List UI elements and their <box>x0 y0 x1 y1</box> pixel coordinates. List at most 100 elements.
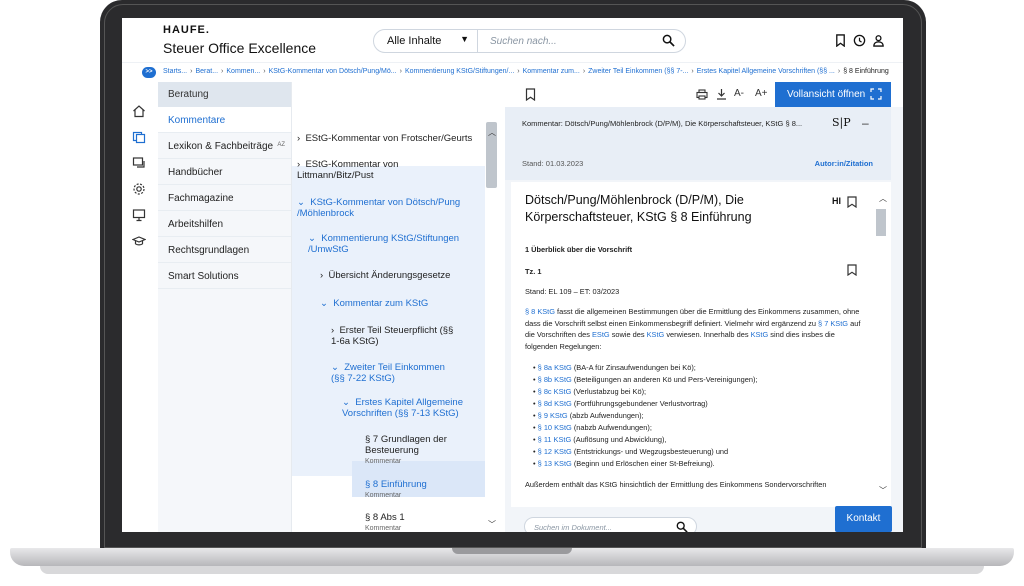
law-link[interactable]: § 11 KStG <box>538 435 572 444</box>
list-item-text: (Auflösung und Abwicklung), <box>571 435 667 444</box>
hl-icon[interactable]: HI <box>832 196 841 206</box>
search-icon[interactable] <box>676 521 688 532</box>
contact-button[interactable]: Kontakt <box>835 506 892 532</box>
list-item: • § 9 KStG (abzb Aufwendungen); <box>533 411 644 420</box>
tree-leaf-active[interactable]: § 8 Einführung Kommentar <box>365 479 475 501</box>
nav-item-fachmagazine[interactable]: Fachmagazine <box>158 185 291 211</box>
book-icon[interactable] <box>132 130 146 144</box>
nav-item-kommentare[interactable]: Kommentare <box>158 107 291 133</box>
breadcrumb-item[interactable]: Kommentar zum... <box>523 68 580 75</box>
breadcrumb-separator: › <box>190 68 193 75</box>
law-link[interactable]: § 13 KStG <box>538 459 572 468</box>
law-link[interactable]: § 8a KStG <box>538 363 572 372</box>
chat-icon[interactable] <box>132 156 146 170</box>
user-icon[interactable] <box>872 34 885 47</box>
list-item-text: (Beginn und Erlöschen einer St-Befreiung… <box>571 459 715 468</box>
meta-source: Kommentar: Dötsch/Pung/Möhlenbrock (D/P/… <box>522 119 803 128</box>
author-citation-link[interactable]: Autor:in/Zitation <box>815 159 873 168</box>
law-link[interactable]: § 8b KStG <box>538 375 572 384</box>
chevron-up-icon[interactable]: ︿ <box>879 193 887 204</box>
presentation-icon[interactable] <box>132 208 146 222</box>
breadcrumb-item[interactable]: Berat... <box>195 68 218 75</box>
paragraph-1: § 8 KStG fasst die allgemeinen Bestimmun… <box>525 306 865 352</box>
font-decrease-icon[interactable]: A- <box>734 88 744 99</box>
law-link[interactable]: § 10 KStG <box>538 423 572 432</box>
chevron-down-icon[interactable]: ﹀ <box>879 485 887 496</box>
breadcrumb-current: § 8 Einführung <box>843 68 889 75</box>
history-icon[interactable] <box>853 34 866 47</box>
tree-node[interactable]: › EStG-Kommentar von Frotscher/Geurts <box>297 133 482 144</box>
law-link[interactable]: § 12 KStG <box>538 447 572 456</box>
list-item-text: (nabzb Aufwendungen); <box>571 423 652 432</box>
tree-node-label: § 8 Einführung <box>365 479 427 490</box>
breadcrumb-item[interactable]: KStG-Kommentar von Dötsch/Pung/Mö... <box>269 68 397 75</box>
paragraph-2: Außerdem enthält das KStG hinsichtlich d… <box>525 480 827 489</box>
nav-item-label: Fachmagazine <box>168 193 234 204</box>
tree-leaf[interactable]: § 7 Grundlagen der Besteuerung Kommentar <box>365 434 475 467</box>
law-link[interactable]: § 9 KStG <box>538 411 568 420</box>
bookmark-icon[interactable] <box>834 34 847 47</box>
nav-item-rechtsgrundlagen[interactable]: Rechtsgrundlagen <box>158 237 291 263</box>
tree-node-label: KStG-Kommentar von Dötsch/Pung /Möhlenbr… <box>297 197 461 219</box>
law-link[interactable]: § 8 KStG <box>525 307 555 316</box>
meta-stand: Stand: 01.03.2023 <box>522 159 584 168</box>
law-link[interactable]: KStG <box>647 330 665 339</box>
document-pane: A- A+ Vollansicht öffnen Kommentar: Döts… <box>505 82 903 532</box>
tree-node[interactable]: › EStG-Kommentar von Littmann/Bitz/Pust <box>297 159 417 181</box>
collapse-icon[interactable]: – <box>862 116 869 130</box>
app-screen: HAUFE. Steuer Office Excellence Alle Inh… <box>122 18 903 532</box>
breadcrumb-item[interactable]: Zweiter Teil Einkommen (§§ 7-... <box>588 68 688 75</box>
breadcrumb-item[interactable]: Kommentierung KStG/Stiftungen/... <box>405 68 514 75</box>
tree-node[interactable]: ⌄ Kommentierung KStG/Stiftungen /UmwStG <box>308 233 478 255</box>
graduation-cap-icon[interactable] <box>132 234 146 248</box>
breadcrumb-separator: › <box>517 68 520 75</box>
list-item: • § 8d KStG (Fortführungsgebundener Verl… <box>533 399 708 408</box>
scope-select[interactable]: Alle Inhalte ▼ <box>373 29 478 53</box>
tree-node[interactable]: ⌄ Zweiter Teil Einkommen (§§ 7-22 KStG) <box>331 362 461 384</box>
top-bar: HAUFE. Steuer Office Excellence Alle Inh… <box>122 18 903 62</box>
nav-item-handbuecher[interactable]: Handbücher <box>158 159 291 185</box>
publisher-logo: S|P <box>832 116 851 129</box>
tree-node[interactable]: ⌄ KStG-Kommentar von Dötsch/Pung /Möhlen… <box>297 197 472 219</box>
bookmark-icon[interactable] <box>525 88 536 101</box>
tree-node[interactable]: ⌄ Kommentar zum KStG <box>320 298 480 309</box>
fullscreen-button[interactable]: Vollansicht öffnen <box>775 82 891 107</box>
list-item-text: (Beteiligungen an anderen Kö und Pers-Ve… <box>571 375 758 384</box>
tree-node[interactable]: › Übersicht Änderungsgesetze <box>320 270 480 281</box>
tree-node[interactable]: ⌄ Erstes Kapitel Allgemeine Vorschriften… <box>342 397 477 419</box>
breadcrumb-item[interactable]: Kommen... <box>226 68 260 75</box>
nav-item-smart-solutions[interactable]: Smart Solutions <box>158 263 291 289</box>
breadcrumb-expand-button[interactable]: >> <box>142 67 156 78</box>
document-search-input[interactable]: Suchen im Dokument... <box>524 517 697 532</box>
print-icon[interactable] <box>696 89 708 100</box>
tree-node[interactable]: › Erster Teil Steuerpflicht (§§ 1-6a KSt… <box>331 325 461 347</box>
law-link[interactable]: § 8d KStG <box>538 399 572 408</box>
list-item: • § 10 KStG (nabzb Aufwendungen); <box>533 423 652 432</box>
law-link[interactable]: KStG <box>751 330 769 339</box>
content-tree: › EStG-Kommentar von Frotscher/Geurts › … <box>291 82 501 532</box>
search-input[interactable]: Suchen nach... <box>478 29 686 53</box>
settings-icon[interactable] <box>132 182 146 196</box>
breadcrumb-item[interactable]: Starts... <box>163 68 187 75</box>
breadcrumb-separator: › <box>399 68 402 75</box>
nav-item-arbeitshilfen[interactable]: Arbeitshilfen <box>158 211 291 237</box>
breadcrumb-item[interactable]: Erstes Kapitel Allgemeine Vorschriften (… <box>697 68 835 75</box>
list-item-text: (Fortführungsgebundener Verlustvortrag) <box>571 399 708 408</box>
search-icon[interactable] <box>662 34 675 47</box>
breadcrumb: >> Starts... › Berat... › Kommen... › KStG-… <box>122 62 903 82</box>
home-icon[interactable] <box>132 104 146 118</box>
law-link[interactable]: § 7 KStG <box>818 319 848 328</box>
law-link[interactable]: EStG <box>592 330 610 339</box>
tree-node-label: Zweiter Teil Einkommen (§§ 7-22 KStG) <box>331 362 445 384</box>
law-link[interactable]: § 8c KStG <box>538 387 572 396</box>
document-scrollbar-thumb[interactable] <box>876 209 886 236</box>
list-item: • § 13 KStG (Beginn und Erlöschen einer … <box>533 459 715 468</box>
bookmark-icon[interactable] <box>847 264 857 276</box>
tree-leaf[interactable]: § 8 Abs 1 Kommentar <box>365 512 475 532</box>
download-icon[interactable] <box>716 88 727 100</box>
bookmark-icon[interactable] <box>847 196 857 208</box>
chevron-up-icon[interactable]: ︿ <box>488 127 496 138</box>
font-increase-icon[interactable]: A+ <box>755 88 768 99</box>
nav-item-lexikon[interactable]: Lexikon & Fachbeiträge AZ <box>158 133 291 159</box>
chevron-down-icon[interactable]: ﹀ <box>488 519 496 530</box>
